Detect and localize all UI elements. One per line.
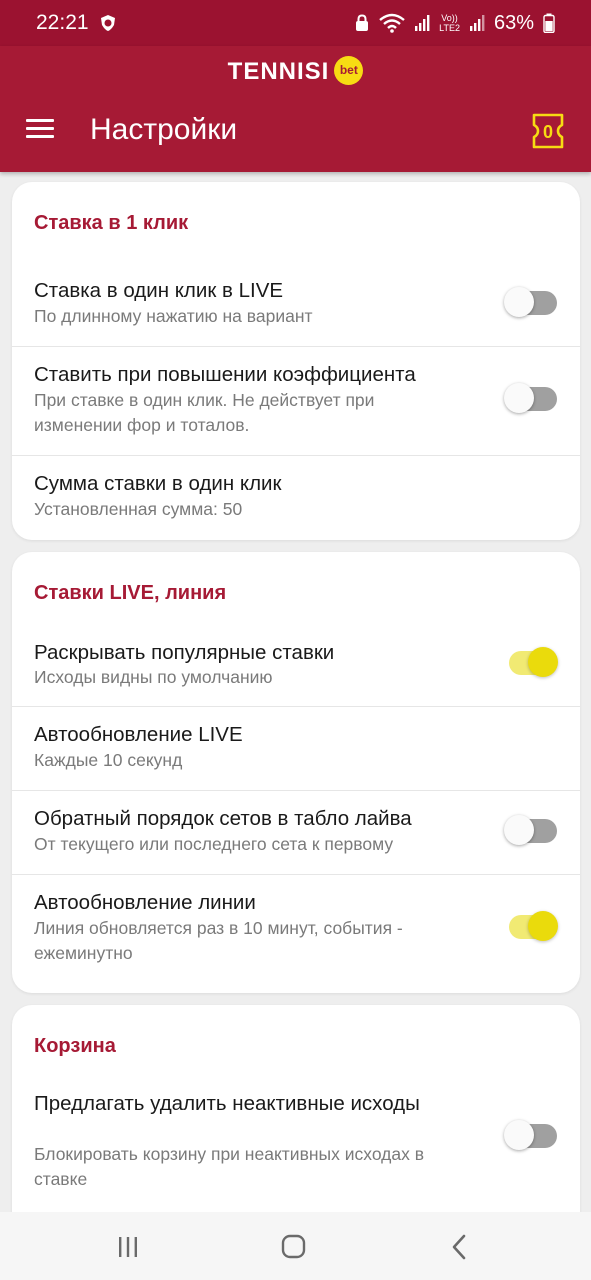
shield-icon (100, 15, 115, 31)
bet-coupon-button[interactable]: 0 (530, 113, 566, 149)
section-one-click: Ставка в 1 клик Ставка в один клик в LIV… (12, 182, 580, 540)
setting-one-click-amount[interactable]: Сумма ставки в один клик Установленная с… (12, 455, 580, 540)
status-time: 22:21 (36, 11, 89, 34)
lte-indicator: Vo)) LTE2 (439, 13, 460, 33)
logo-bet-badge: bet (334, 55, 364, 85)
home-icon (281, 1234, 306, 1259)
lock-icon (356, 14, 369, 31)
svg-text:0: 0 (543, 122, 553, 142)
status-bar: 22:21 Vo)) LTE2 63% (0, 0, 591, 46)
section-basket: Корзина Предлагать удалить неактивные ис… (12, 1005, 580, 1235)
toggle-suggest-delete-inactive[interactable] (504, 1117, 558, 1151)
section-header: Ставки LIVE, линия (34, 582, 227, 604)
toggle-one-click-live[interactable] (504, 284, 558, 318)
app-bar: TENNISI bet Настройки 0 (0, 46, 591, 172)
signal-icon-2 (469, 15, 485, 31)
toggle-reverse-sets[interactable] (504, 812, 558, 846)
recents-button[interactable] (108, 1232, 148, 1262)
toggle-autoupdate-line[interactable] (504, 908, 558, 942)
setting-suggest-delete-inactive[interactable]: Предлагать удалить неактивные исходы Бло… (12, 1081, 580, 1221)
tennisi-logo: TENNISI bet (0, 55, 591, 86)
setting-odds-increase[interactable]: Ставить при повышении коэффициента При с… (12, 346, 580, 455)
signal-icon (415, 15, 430, 31)
toggle-expand-popular[interactable] (504, 644, 558, 678)
battery-icon (543, 13, 555, 33)
home-button[interactable] (273, 1232, 313, 1262)
menu-icon[interactable] (26, 119, 54, 143)
battery-percent: 63% (493, 11, 534, 34)
wifi-icon (379, 13, 405, 33)
section-header: Ставка в 1 клик (34, 212, 189, 234)
section-live-line: Ставки LIVE, линия Раскрывать популярные… (12, 552, 580, 993)
recents-icon (119, 1237, 137, 1257)
toggle-odds-increase[interactable] (504, 380, 558, 414)
setting-autoupdate-line[interactable]: Автообновление линии Линия обновляется р… (12, 874, 580, 993)
status-icons: Vo)) LTE2 63% (354, 12, 555, 35)
setting-one-click-live[interactable]: Ставка в один клик в LIVE По длинному на… (12, 258, 580, 346)
back-icon (452, 1234, 466, 1260)
page-title: Настройки (90, 113, 238, 146)
system-nav-bar (0, 1212, 591, 1280)
coupon-icon: 0 (532, 113, 564, 149)
setting-expand-popular[interactable]: Раскрывать популярные ставки Исходы видн… (12, 628, 580, 706)
setting-autoupdate-live[interactable]: Автообновление LIVE Каждые 10 секунд (12, 706, 580, 790)
setting-reverse-sets[interactable]: Обратный порядок сетов в табло лайва От … (12, 790, 580, 874)
section-header: Корзина (34, 1035, 116, 1057)
back-button[interactable] (440, 1232, 480, 1262)
